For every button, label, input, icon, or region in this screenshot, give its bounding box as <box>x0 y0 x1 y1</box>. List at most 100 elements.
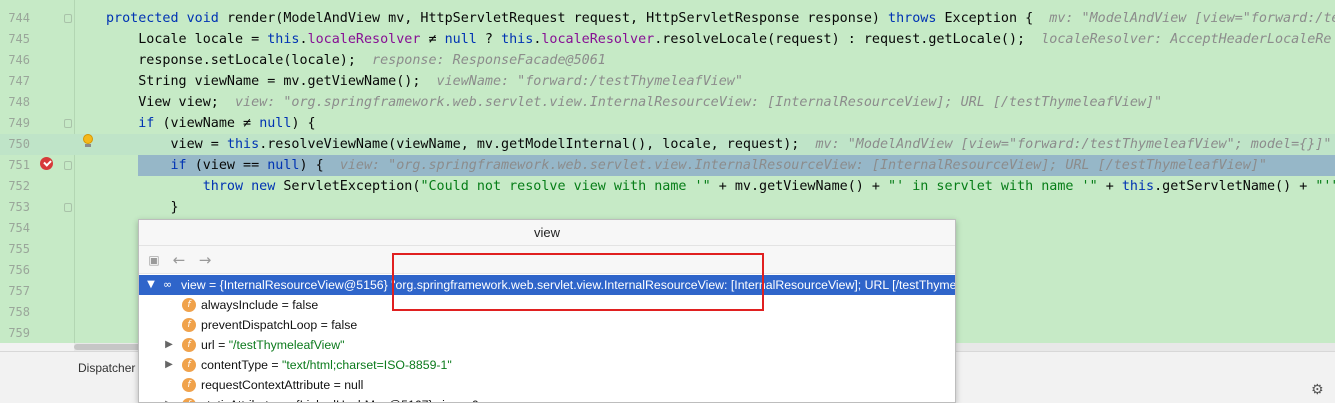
variable-field-row[interactable]: f requestContextAttribute = null <box>139 375 955 395</box>
line-number: 751 <box>8 158 30 172</box>
code-line[interactable]: 751 if (view == null) { view: "org.sprin… <box>0 155 1335 176</box>
code-token: View view; <box>106 95 235 110</box>
code-token: this <box>226 137 260 152</box>
line-number: 754 <box>8 221 30 235</box>
code-text: if (view == null) { view: "org.springfra… <box>106 155 1267 176</box>
code-token: if <box>106 158 195 173</box>
variable-name: contentType = <box>201 358 283 372</box>
line-number: 747 <box>8 74 30 88</box>
code-line[interactable]: 752 throw new ServletException("Could no… <box>0 176 1335 197</box>
code-text: response.setLocale(locale); response: Re… <box>106 50 606 71</box>
code-text: view = this.resolveViewName(viewName, mv… <box>106 134 1331 155</box>
line-number: 756 <box>8 263 30 277</box>
line-number: 753 <box>8 200 30 214</box>
annotation-highlight-box <box>392 253 764 311</box>
code-token: null <box>444 32 477 47</box>
code-token: Locale locale = <box>106 32 268 47</box>
code-text: if (viewName ≠ null) { <box>106 113 315 134</box>
scrollbar-thumb[interactable] <box>74 344 144 350</box>
line-number: 750 <box>8 137 30 151</box>
fold-marker-icon[interactable] <box>64 119 72 128</box>
code-line[interactable]: 750 view = this.resolveViewName(viewName… <box>0 134 1335 155</box>
arrow-left-icon[interactable]: ← <box>170 251 188 269</box>
watch-object-icon: ∞ <box>163 278 173 291</box>
variable-name: requestContextAttribute = null <box>201 378 364 392</box>
variable-field-row[interactable]: f preventDispatchLoop = false <box>139 315 955 335</box>
breakpoint-icon[interactable] <box>40 157 53 170</box>
variable-field-row[interactable]: ▶ f url = "/testThymeleafView" <box>139 335 955 355</box>
code-token: ≠ <box>420 32 445 47</box>
inline-debug-hint: localeResolver: AcceptHeaderLocaleRe <box>1041 32 1332 47</box>
code-token: this <box>267 32 300 47</box>
variable-inspect-popup: view ▣ ← → ▼ ∞ view = {InternalResourceVie… <box>138 219 956 403</box>
fold-marker-icon[interactable] <box>64 14 72 23</box>
code-token: .resolveViewName(viewName, mv.getModelIn… <box>259 137 816 152</box>
code-token: (view == <box>194 158 268 173</box>
code-token: ? <box>476 32 502 47</box>
code-line[interactable]: 747 String viewName = mv.getViewName(); … <box>0 71 1335 92</box>
expand-arrow-icon[interactable]: ▶ <box>163 395 175 402</box>
variable-value: "/testThymeleafView" <box>228 338 345 352</box>
inline-debug-hint: view: "org.springframework.web.servlet.v… <box>339 158 1267 173</box>
inline-debug-hint: view: "org.springframework.web.servlet.v… <box>235 95 1163 110</box>
line-number: 749 <box>8 116 30 130</box>
code-line[interactable]: 744 protected void render(ModelAndView mv… <box>0 8 1335 29</box>
code-token: null <box>259 116 292 131</box>
code-token: localeResolver <box>307 32 421 47</box>
expand-arrow-icon[interactable]: ▶ <box>163 335 175 355</box>
line-number: 746 <box>8 53 30 67</box>
code-token: ) { <box>299 158 340 173</box>
field-icon: f <box>182 318 196 332</box>
line-number: 745 <box>8 32 30 46</box>
code-text: View view; view: "org.springframework.we… <box>106 92 1162 113</box>
code-token: + <box>1097 179 1122 194</box>
inline-debug-hint: mv: "ModelAndView [view="forward:/testTh… <box>815 137 1332 152</box>
field-icon: f <box>182 358 196 372</box>
code-token: .resolveLocale(request) : request.getLoc… <box>654 32 1042 47</box>
lightbulb-icon[interactable] <box>82 134 94 148</box>
code-token: . <box>299 32 308 47</box>
code-line[interactable]: 753 } <box>0 197 1335 218</box>
code-line[interactable]: 746 response.setLocale(locale); response… <box>0 50 1335 71</box>
code-token: this <box>501 32 534 47</box>
line-number: 755 <box>8 242 30 256</box>
code-token: ServletException( <box>283 179 421 194</box>
code-token: this <box>1121 179 1155 194</box>
variable-name: preventDispatchLoop = false <box>201 318 358 332</box>
arrow-right-icon[interactable]: → <box>196 251 214 269</box>
field-icon: f <box>182 398 196 402</box>
code-token: render(ModelAndView mv, HttpServletReque… <box>226 11 889 26</box>
code-token: "'" <box>1315 179 1335 194</box>
variable-name: url = <box>201 338 229 352</box>
code-token: throw new <box>106 179 284 194</box>
line-number: 757 <box>8 284 30 298</box>
settings-gear-icon[interactable]: ⚙ <box>1311 383 1325 397</box>
frame-icon[interactable]: ▣ <box>145 251 163 269</box>
line-number: 759 <box>8 326 30 340</box>
variable-field-row[interactable]: ▶ f contentType = "text/html;charset=ISO-8… <box>139 355 955 375</box>
code-token: protected void <box>106 11 227 26</box>
fold-marker-icon[interactable] <box>64 203 72 212</box>
variable-field-row[interactable]: ▶ f staticAttributes = {LinkedHashMap@5167… <box>139 395 955 402</box>
code-token: throws <box>888 11 945 26</box>
variable-name: alwaysInclude = false <box>201 298 319 312</box>
variable-name: view = {InternalResourceView@5156} <box>181 278 392 292</box>
code-token: "Could not resolve view with name '" <box>420 179 711 194</box>
inline-debug-hint: viewName: "forward:/testThymeleafView" <box>436 74 743 89</box>
code-line[interactable]: 745 Locale locale = this.localeResolver … <box>0 29 1335 50</box>
code-token: localeResolver <box>541 32 655 47</box>
variable-value: "text/html;charset=ISO-8859-1" <box>282 358 452 372</box>
code-token: (viewName ≠ <box>162 116 260 131</box>
code-line[interactable]: 749 if (viewName ≠ null) { <box>0 113 1335 134</box>
code-token: String viewName = mv.getViewName(); <box>106 74 437 89</box>
variable-name: staticAttributes = {LinkedHashMap@5167} … <box>201 398 479 402</box>
line-number: 758 <box>8 305 30 319</box>
code-token: if <box>106 116 163 131</box>
fold-marker-icon[interactable] <box>64 161 72 170</box>
collapse-arrow-icon[interactable]: ▼ <box>145 275 157 295</box>
dispatcher-tab-label[interactable]: Dispatcher <box>78 359 135 377</box>
code-line[interactable]: 748 View view; view: "org.springframewor… <box>0 92 1335 113</box>
code-text: protected void render(ModelAndView mv, H… <box>106 8 1335 29</box>
expand-arrow-icon[interactable]: ▶ <box>163 355 175 375</box>
inline-debug-hint: mv: "ModelAndView [view="forward:/te <box>1049 11 1335 26</box>
